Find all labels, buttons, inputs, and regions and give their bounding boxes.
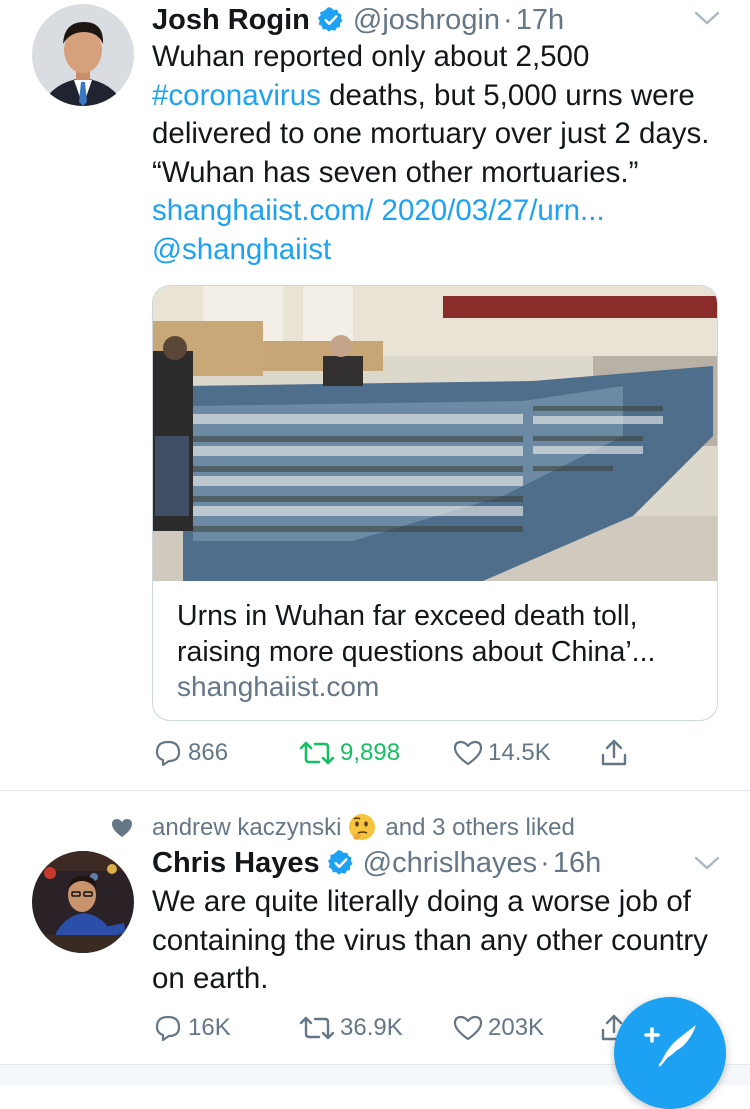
link-card[interactable]: Urns in Wuhan far exceed death toll, rai… — [152, 285, 718, 721]
separator-dot: · — [540, 846, 550, 879]
author-handle[interactable]: @chrislhayes — [363, 847, 538, 880]
like-count: 14.5K — [488, 739, 551, 766]
tweet-text: We are quite literally doing a worse job… — [152, 885, 708, 995]
reply-button[interactable]: 866 — [152, 733, 228, 773]
reply-icon — [155, 1015, 181, 1042]
heart-icon — [112, 819, 132, 837]
chevron-down-icon[interactable] — [694, 10, 720, 26]
hashtag-link[interactable]: #coronavirus — [152, 79, 321, 112]
tweet-timestamp[interactable]: 16h — [553, 847, 601, 880]
like-button[interactable]: 203K — [452, 1008, 544, 1048]
reply-button[interactable]: 16K — [152, 1008, 231, 1048]
mention-link[interactable]: @shanghaiist — [152, 233, 331, 266]
url-link[interactable]: shanghaiist.com/ 2020/03/27/urn... — [152, 194, 605, 227]
separator-dot: · — [503, 3, 513, 36]
compose-tweet-icon — [644, 1025, 696, 1067]
social-context[interactable]: andrew kaczynski and 3 others liked — [110, 813, 575, 843]
retweet-count: 9,898 — [340, 739, 401, 766]
author-name[interactable]: Chris Hayes — [152, 847, 320, 880]
reply-icon — [155, 740, 181, 767]
tweet-header: Chris Hayes @chrislhayes · 16h — [152, 843, 601, 883]
retweet-count: 36.9K — [340, 1014, 403, 1041]
tweet-timestamp[interactable]: 17h — [516, 4, 564, 37]
retweet-button[interactable]: 9,898 — [298, 733, 400, 773]
verified-badge-icon — [327, 850, 353, 875]
social-context-user[interactable]: andrew kaczynski — [152, 814, 341, 842]
like-button[interactable]: 14.5K — [452, 733, 551, 773]
heart-outline-icon — [453, 1015, 483, 1041]
like-count: 203K — [488, 1014, 545, 1041]
author-handle[interactable]: @joshrogin — [353, 4, 500, 37]
retweet-button[interactable]: 36.9K — [298, 1008, 403, 1048]
thinking-face-emoji — [349, 814, 376, 840]
avatar-chris-hayes[interactable] — [32, 851, 134, 953]
card-domain: shanghaiist.com — [177, 671, 380, 702]
compose-tweet-button[interactable] — [614, 997, 726, 1109]
share-button[interactable] — [598, 733, 634, 773]
avatar-josh-rogin[interactable] — [32, 4, 134, 106]
retweet-icon — [299, 741, 335, 765]
card-title[interactable]: Urns in Wuhan far exceed death toll, rai… — [177, 598, 707, 670]
verified-badge-icon — [317, 7, 343, 32]
tweet-josh-rogin[interactable]: Josh Rogin @joshrogin · 17h Wuhan report… — [0, 0, 750, 790]
social-context-suffix: and 3 others liked — [385, 814, 575, 841]
chevron-down-icon[interactable] — [694, 855, 720, 871]
reply-count: 866 — [188, 739, 229, 766]
tweet-header: Josh Rogin @joshrogin · 17h — [152, 0, 564, 40]
card-image — [153, 286, 717, 581]
reply-count: 16K — [188, 1014, 231, 1041]
retweet-icon — [299, 1016, 335, 1040]
tweet-text-part: Wuhan reported only about 2,500 — [152, 40, 590, 73]
tweet-text: Wuhan reported only about 2,500 #coronav… — [152, 38, 732, 269]
author-name[interactable]: Josh Rogin — [152, 4, 310, 37]
share-icon — [601, 739, 627, 766]
heart-outline-icon — [453, 740, 483, 766]
